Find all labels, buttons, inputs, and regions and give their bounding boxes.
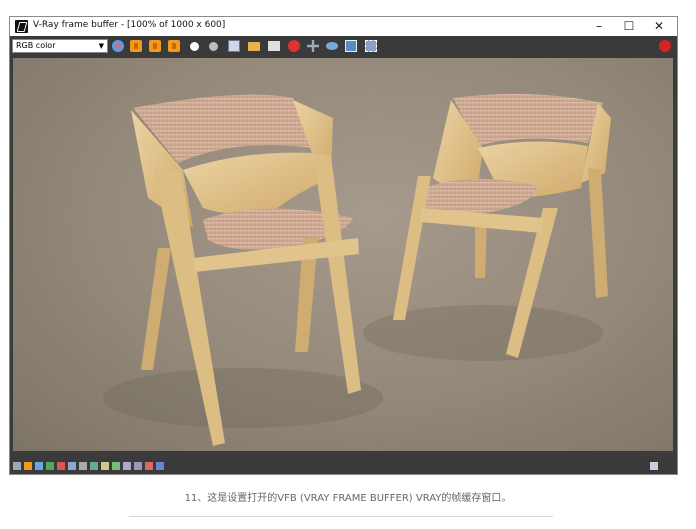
green-channel-icon[interactable]: [149, 40, 161, 52]
alpha-white-icon[interactable]: [190, 42, 199, 51]
compare-icon[interactable]: [112, 462, 120, 470]
lens-fx-icon[interactable]: [101, 462, 109, 470]
rendered-chairs-image: [103, 94, 611, 446]
blue-channel-icon[interactable]: [168, 40, 180, 52]
bg-image-icon[interactable]: [79, 462, 87, 470]
chevron-down-icon: ▼: [98, 42, 104, 50]
toolbar: RGB color ▼: [10, 36, 677, 57]
expand-icon[interactable]: [650, 462, 658, 470]
divider: [129, 516, 553, 517]
vray-logo-icon: [15, 20, 28, 33]
monochrome-icon[interactable]: [209, 42, 218, 51]
clear-icon[interactable]: [268, 41, 280, 51]
red-channel-icon[interactable]: [130, 40, 142, 52]
vfb-window: V-Ray frame buffer - [100% of 1000 x 600…: [9, 16, 678, 475]
title-bar[interactable]: V-Ray frame buffer - [100% of 1000 x 600…: [10, 17, 677, 36]
ab-h-icon[interactable]: [123, 462, 131, 470]
close-button[interactable]: ✕: [644, 17, 674, 36]
minimize-button[interactable]: –: [584, 17, 614, 36]
history-icon[interactable]: [145, 462, 153, 470]
exposure-icon[interactable]: [35, 462, 43, 470]
color-wheel-icon[interactable]: [112, 40, 124, 52]
open-folder-icon[interactable]: [248, 42, 260, 51]
save-icon[interactable]: [228, 40, 240, 52]
render-canvas[interactable]: [13, 58, 673, 451]
region-render-icon[interactable]: [345, 40, 357, 52]
channel-select[interactable]: RGB color ▼: [12, 39, 108, 53]
maximize-button[interactable]: ☐: [614, 17, 644, 36]
lut-icon[interactable]: [24, 462, 32, 470]
status-bar: [10, 459, 677, 474]
color-correct-icon[interactable]: [46, 462, 54, 470]
curves-icon[interactable]: [68, 462, 76, 470]
histogram-icon[interactable]: [13, 462, 21, 470]
caption: 11、这是设置打开的VFB (VRAY FRAME BUFFER) VRAY的帧…: [184, 493, 512, 504]
link-icon[interactable]: [365, 40, 377, 52]
render-stamp-icon[interactable]: [659, 40, 671, 52]
ab-v-icon[interactable]: [134, 462, 142, 470]
levels-icon[interactable]: [57, 462, 65, 470]
track-mouse-icon[interactable]: [307, 40, 319, 52]
pin-icon[interactable]: [156, 462, 164, 470]
window-title: V-Ray frame buffer - [100% of 1000 x 600…: [33, 20, 226, 30]
stamp-icon[interactable]: [90, 462, 98, 470]
channel-select-value: RGB color: [16, 41, 56, 50]
lens-icon[interactable]: [326, 42, 338, 50]
stop-render-icon[interactable]: [288, 40, 300, 52]
